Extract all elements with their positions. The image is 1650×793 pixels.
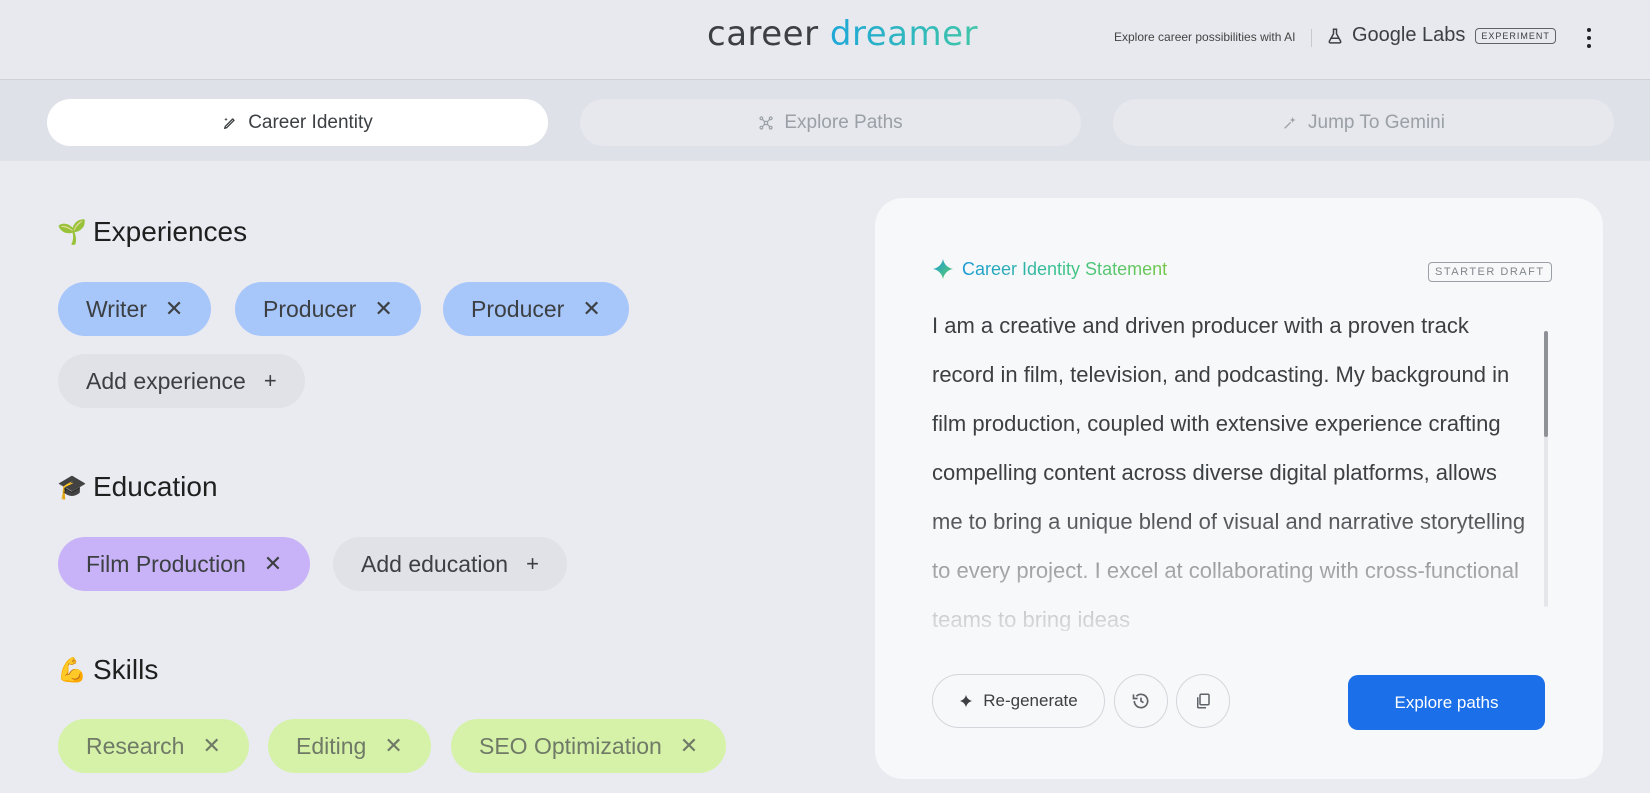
tab-career-identity[interactable]: Career Identity (47, 99, 548, 146)
statement-header: Career Identity Statement (932, 258, 1167, 280)
copy-icon (1197, 693, 1210, 709)
sparkle-icon (959, 694, 973, 708)
experience-chip[interactable]: Producer ✕ (443, 282, 629, 336)
copy-button[interactable] (1176, 674, 1230, 728)
experience-chip[interactable]: Writer ✕ (58, 282, 212, 336)
chip-label: Producer (263, 295, 357, 322)
chip-label: Editing (296, 732, 367, 759)
career-identity-statement-card: Career Identity Statement STARTER DRAFT … (875, 198, 1603, 779)
sparkle-icon (932, 258, 954, 280)
close-icon[interactable]: ✕ (202, 735, 220, 757)
more-vert-icon[interactable] (1580, 24, 1598, 52)
close-icon[interactable]: ✕ (264, 553, 282, 575)
app-header: career dreamer Explore career possibilit… (0, 0, 1650, 80)
statement-scrollbar[interactable] (1544, 331, 1548, 437)
chip-label: SEO Optimization (479, 732, 662, 759)
close-icon[interactable]: ✕ (582, 298, 600, 320)
logo-word-career: career (707, 14, 819, 54)
plus-icon: + (526, 551, 539, 576)
plus-icon: + (263, 368, 277, 393)
edit-sparkle-icon (224, 117, 235, 129)
explore-paths-button[interactable]: Explore paths (1348, 675, 1545, 730)
skill-chip[interactable]: Editing ✕ (268, 719, 431, 773)
add-experience-label: Add experience (86, 367, 246, 394)
chip-label: Film Production (86, 550, 246, 577)
flask-icon (1328, 28, 1342, 44)
tab-bar: Career Identity Explore Paths Jump To Ge… (0, 80, 1650, 161)
sparkle-arrow-icon (1284, 116, 1296, 129)
graduation-cap-icon: 🎓 (57, 473, 87, 501)
labs-name: Google Labs (1352, 24, 1466, 46)
chip-label: Research (86, 732, 185, 759)
google-labs-link[interactable]: Google Labs EXPERIMENT (1326, 24, 1556, 47)
header-tagline: Explore career possibilities with AI (1114, 30, 1296, 44)
add-education-label: Add education (361, 550, 509, 577)
chip-label: Writer (86, 295, 147, 322)
close-icon[interactable]: ✕ (680, 735, 698, 757)
network-nodes-icon (759, 115, 773, 130)
regenerate-button[interactable]: Re-generate (932, 674, 1105, 728)
tab-label: Explore Paths (784, 111, 903, 133)
experiences-heading: 🌱 Experiences (57, 216, 247, 248)
education-title: Education (93, 471, 218, 502)
experiment-badge: EXPERIMENT (1475, 27, 1556, 44)
statement-text: I am a creative and driven producer with… (932, 313, 1526, 631)
tab-label: Jump To Gemini (1308, 111, 1445, 133)
skill-chip[interactable]: SEO Optimization ✕ (451, 719, 727, 773)
education-chip[interactable]: Film Production ✕ (58, 537, 311, 591)
add-experience-button[interactable]: Add experience + (58, 354, 305, 408)
tab-label: Career Identity (248, 111, 373, 133)
add-education-button[interactable]: Add education + (333, 537, 567, 591)
close-icon[interactable]: ✕ (374, 298, 392, 320)
skills-heading: 💪 Skills (57, 654, 158, 686)
starter-draft-badge: STARTER DRAFT (1428, 262, 1552, 282)
education-heading: 🎓 Education (57, 471, 218, 503)
history-icon (1132, 693, 1149, 709)
close-icon[interactable]: ✕ (165, 298, 183, 320)
app-logo[interactable]: career dreamer (707, 14, 978, 54)
tab-explore-paths[interactable]: Explore Paths (580, 99, 1081, 146)
experiences-title: Experiences (93, 216, 248, 247)
experience-chip[interactable]: Producer ✕ (235, 282, 421, 336)
seedling-icon: 🌱 (57, 218, 87, 246)
header-divider (1311, 29, 1312, 47)
tab-jump-to-gemini[interactable]: Jump To Gemini (1113, 99, 1614, 146)
statement-title: Career Identity Statement (962, 258, 1168, 279)
close-icon[interactable]: ✕ (384, 735, 402, 757)
chip-label: Producer (471, 295, 565, 322)
skills-title: Skills (93, 654, 159, 685)
flexed-biceps-icon: 💪 (57, 656, 87, 684)
history-button[interactable] (1114, 674, 1168, 728)
logo-word-dreamer: dreamer (829, 14, 978, 54)
skill-chip[interactable]: Research ✕ (58, 719, 249, 773)
regenerate-label: Re-generate (983, 691, 1078, 710)
